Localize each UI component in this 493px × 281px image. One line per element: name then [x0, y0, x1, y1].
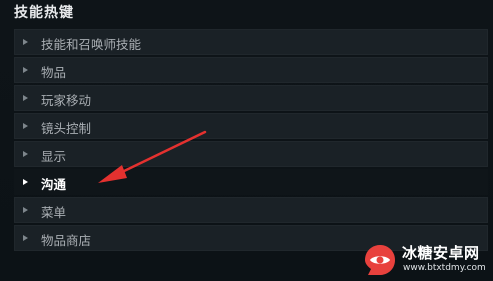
- category-label: 玩家移动: [41, 93, 92, 108]
- category-row-camera-control[interactable]: 镜头控制: [14, 113, 488, 139]
- expand-triangle-icon: [23, 67, 28, 73]
- category-row-items[interactable]: 物品: [14, 57, 488, 83]
- category-label: 物品: [41, 65, 67, 80]
- watermark-url: www.btxtdmy.com: [403, 263, 486, 273]
- category-label: 技能和召唤师技能: [41, 37, 142, 52]
- watermark-title: 冰糖安卓网: [402, 244, 480, 262]
- category-row-player-movement[interactable]: 玩家移动: [14, 85, 488, 111]
- category-row-menu[interactable]: 菜单: [14, 197, 488, 223]
- expand-triangle-icon: [23, 95, 28, 101]
- expand-triangle-icon: [23, 123, 28, 129]
- expand-triangle-icon: [23, 235, 28, 241]
- expand-triangle-icon: [23, 179, 28, 185]
- category-row-communication[interactable]: 沟通: [14, 169, 488, 195]
- expand-triangle-icon: [23, 39, 28, 45]
- category-label: 物品商店: [41, 233, 92, 248]
- category-label: 镜头控制: [41, 121, 92, 136]
- category-label: 菜单: [41, 205, 67, 220]
- section-title: 技能热键: [14, 5, 74, 21]
- watermark-logo-icon: [365, 245, 395, 275]
- watermark: 冰糖安卓网 www.btxtdmy.com: [362, 240, 493, 281]
- category-row-skills[interactable]: 技能和召唤师技能: [14, 29, 488, 55]
- settings-panel: 技能热键 技能和召唤师技能 物品 玩家移动 镜头控制 显示 沟通 菜单 物品商店: [0, 0, 493, 281]
- category-row-display[interactable]: 显示: [14, 141, 488, 167]
- category-label: 沟通: [41, 177, 67, 192]
- category-label: 显示: [41, 149, 67, 164]
- expand-triangle-icon: [23, 151, 28, 157]
- expand-triangle-icon: [23, 207, 28, 213]
- hotkey-category-list: 技能和召唤师技能 物品 玩家移动 镜头控制 显示 沟通 菜单 物品商店: [14, 29, 488, 253]
